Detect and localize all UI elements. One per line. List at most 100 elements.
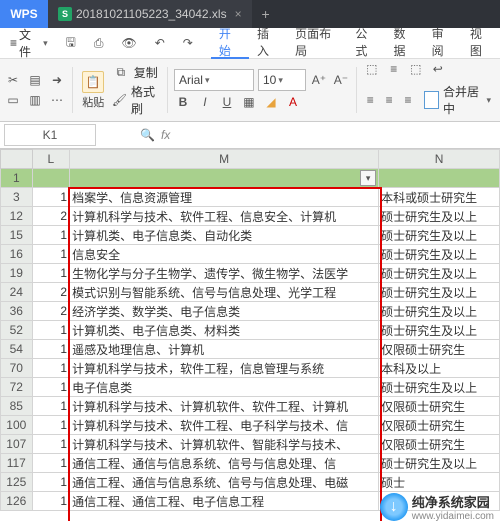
row-header[interactable]: 16 <box>1 245 33 264</box>
row-header[interactable]: 117 <box>1 454 33 473</box>
row-header[interactable]: 24 <box>1 283 33 302</box>
cell[interactable]: 2 <box>32 283 70 302</box>
cell[interactable]: 计算机科学与技术、软件工程、电子科学与技术、信 <box>70 416 379 435</box>
format-painter-icon[interactable]: 🖌 <box>112 91 127 109</box>
name-box[interactable]: K1 <box>4 124 96 146</box>
row-header[interactable]: 72 <box>1 378 33 397</box>
cell[interactable]: 硕士研究生及以上 <box>379 454 500 473</box>
font-size-select[interactable]: 10▾ <box>258 69 306 91</box>
paste-button[interactable]: 📋 粘贴 <box>79 71 108 110</box>
row-header[interactable]: 1 <box>1 169 33 188</box>
cell[interactable]: 硕士研究生及以上 <box>379 302 500 321</box>
cell[interactable]: 硕士 <box>379 473 500 492</box>
row-header[interactable]: 52 <box>1 321 33 340</box>
cell[interactable]: 仅限硕士研究生 <box>379 340 500 359</box>
font-color-icon[interactable]: A <box>284 93 302 111</box>
cell[interactable]: 信息安全 <box>70 245 379 264</box>
cell[interactable]: 硕士研究生及以上 <box>379 245 500 264</box>
cell[interactable]: 硕士研究生及以上 <box>379 378 500 397</box>
merge-center-button[interactable]: 合并居中 ▾ <box>419 80 496 120</box>
bold-icon[interactable]: B <box>174 93 192 111</box>
cell[interactable]: 遥感及地理信息、计算机 <box>70 340 379 359</box>
fx-label[interactable]: fx <box>161 128 170 142</box>
cell[interactable]: 经济学类、数学类、电子信息类 <box>70 302 379 321</box>
row-header[interactable]: 126 <box>1 492 33 511</box>
row-header[interactable]: 125 <box>1 473 33 492</box>
cell[interactable]: 1 <box>32 245 70 264</box>
cell[interactable]: 模式识别与智能系统、信号与信息处理、光学工程 <box>70 283 379 302</box>
save-icon[interactable]: 🖫 <box>60 28 82 58</box>
preview-icon[interactable]: 👁 <box>115 28 142 58</box>
close-tab-icon[interactable]: × <box>235 7 242 21</box>
copy-icon[interactable]: ⧉ <box>112 63 130 81</box>
row-header[interactable]: 3 <box>1 188 33 207</box>
cell[interactable]: ▾ <box>70 169 379 188</box>
row-header[interactable]: 12 <box>1 207 33 226</box>
cell[interactable]: 1 <box>32 454 70 473</box>
spreadsheet-grid[interactable]: L M N 1▾31档案学、信息资源管理本科或硕士研究生122计算机科学与技术、… <box>0 149 500 521</box>
cell[interactable]: 硕士研究生及以上 <box>379 283 500 302</box>
filter-icon[interactable]: ▾ <box>360 170 376 186</box>
row-header[interactable]: 107 <box>1 435 33 454</box>
cut-icon[interactable]: ✂ <box>4 71 22 89</box>
cell[interactable]: 本科及以上 <box>379 359 500 378</box>
column-header-N[interactable]: N <box>379 150 500 169</box>
redo-icon[interactable]: ↷ <box>177 28 199 58</box>
open-icon[interactable]: ▭ <box>4 91 22 109</box>
search-icon[interactable]: 🔍 <box>140 128 155 142</box>
cell[interactable]: 本科或硕士研究生 <box>379 188 500 207</box>
new-tab-button[interactable]: + <box>252 6 280 22</box>
cell[interactable]: 通信工程、通信工程、电子信息工程 <box>70 492 379 511</box>
tab-review[interactable]: 审阅 <box>424 27 462 57</box>
cell[interactable]: 生物化学与分子生物学、遗传学、微生物学、法医学 <box>70 264 379 283</box>
copy-label[interactable]: 复制 <box>134 64 158 81</box>
cell[interactable]: 计算机科学与技术、计算机软件、智能科学与技术、 <box>70 435 379 454</box>
fill-color-icon[interactable]: ◢ <box>262 93 280 111</box>
italic-icon[interactable]: I <box>196 93 214 111</box>
cell[interactable]: 硕士研究生及以上 <box>379 207 500 226</box>
cell[interactable]: 仅限硕士研究生 <box>379 416 500 435</box>
align-bottom-icon[interactable]: ⬚ <box>407 60 425 78</box>
decrease-font-icon[interactable]: A⁻ <box>332 71 350 89</box>
tab-layout[interactable]: 页面布局 <box>287 27 347 57</box>
row-header[interactable]: 15 <box>1 226 33 245</box>
cell[interactable]: 1 <box>32 340 70 359</box>
format-painter-label[interactable]: 格式刷 <box>131 83 161 117</box>
tab-formula[interactable]: 公式 <box>347 27 385 57</box>
cell[interactable]: 计算机科学与技术，软件工程，信息管理与系统 <box>70 359 379 378</box>
cell[interactable]: 1 <box>32 359 70 378</box>
cell[interactable]: 计算机类、电子信息类、材料类 <box>70 321 379 340</box>
cell[interactable]: 1 <box>32 492 70 511</box>
column-header-M[interactable]: M <box>70 150 379 169</box>
print-icon[interactable]: ⎙ <box>88 28 110 58</box>
tab-start[interactable]: 开始 <box>211 27 249 59</box>
font-name-select[interactable]: Arial▾ <box>174 69 254 91</box>
row-header[interactable]: 85 <box>1 397 33 416</box>
cell[interactable]: 1 <box>32 264 70 283</box>
cell[interactable]: 2 <box>32 207 70 226</box>
cell[interactable]: 通信工程、通信与信息系统、信号与信息处理、信 <box>70 454 379 473</box>
cell[interactable]: 1 <box>32 188 70 207</box>
tab-insert[interactable]: 插入 <box>249 27 287 57</box>
cell[interactable]: 1 <box>32 435 70 454</box>
border-icon[interactable]: ▦ <box>240 93 258 111</box>
increase-font-icon[interactable]: A⁺ <box>310 71 328 89</box>
cell[interactable]: 1 <box>32 416 70 435</box>
arrow-icon[interactable]: ➜ <box>48 71 66 89</box>
file-menu[interactable]: ≡ 文件 ▾ <box>4 28 54 58</box>
align-middle-icon[interactable]: ≡ <box>385 60 403 78</box>
undo-icon[interactable]: ↶ <box>149 28 171 58</box>
cell[interactable]: 1 <box>32 321 70 340</box>
underline-icon[interactable]: U <box>218 93 236 111</box>
more-icon[interactable]: ⋯ <box>48 91 66 109</box>
cell[interactable]: 仅限硕士研究生 <box>379 397 500 416</box>
align-right-icon[interactable]: ≡ <box>401 91 416 109</box>
share-icon[interactable]: ▥ <box>26 91 44 109</box>
align-center-icon[interactable]: ≡ <box>382 91 397 109</box>
new-icon[interactable]: ▤ <box>26 71 44 89</box>
cell[interactable]: 1 <box>32 378 70 397</box>
document-tab[interactable]: S 20181021105223_34042.xls × <box>48 0 252 28</box>
cell[interactable]: 计算机类、电子信息类、自动化类 <box>70 226 379 245</box>
cell[interactable]: 仅限硕士研究生 <box>379 435 500 454</box>
row-header[interactable]: 54 <box>1 340 33 359</box>
